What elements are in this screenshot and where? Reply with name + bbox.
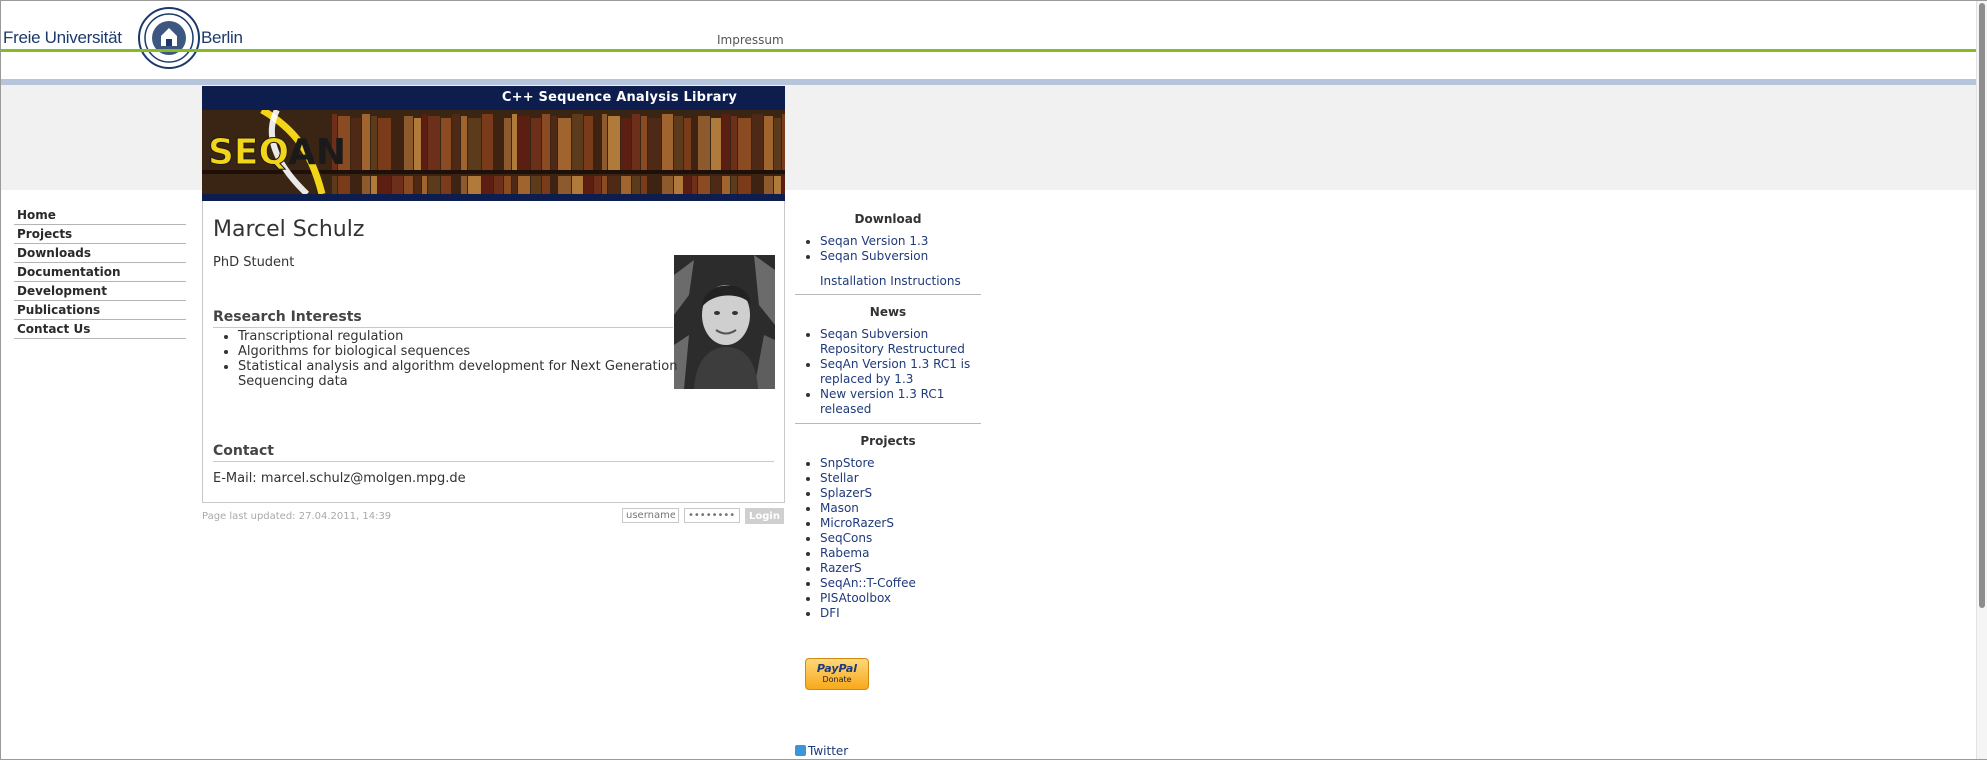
nav-item-home[interactable]: Home xyxy=(14,206,186,225)
list-item: SnpStore xyxy=(820,456,981,471)
project-link[interactable]: Mason xyxy=(820,501,859,515)
list-item: Transcriptional regulation xyxy=(238,329,678,344)
sidebar-divider xyxy=(795,294,981,295)
list-item: Algorithms for biological sequences xyxy=(238,344,678,359)
page-title: Marcel Schulz xyxy=(213,217,365,242)
nav-item-projects[interactable]: Projects xyxy=(14,225,186,244)
news-heading: News xyxy=(869,305,907,319)
nav-item-contact-us[interactable]: Contact Us xyxy=(14,320,186,339)
news-link[interactable]: New version 1.3 RC1 released xyxy=(820,387,944,416)
nav-item-documentation[interactable]: Documentation xyxy=(14,263,186,282)
list-item: RazerS xyxy=(820,561,981,576)
projects-heading: Projects xyxy=(860,434,916,448)
list-item: Statistical analysis and algorithm devel… xyxy=(238,359,678,389)
project-link[interactable]: SeqCons xyxy=(820,531,872,545)
list-item: MicroRazerS xyxy=(820,516,981,531)
sidebar-divider xyxy=(795,423,981,424)
university-name-left: Freie Universität xyxy=(3,28,122,47)
donate-label: Donate xyxy=(822,675,852,684)
project-link[interactable]: Rabema xyxy=(820,546,869,560)
paypal-logo-text: PayPal xyxy=(816,662,858,675)
nav-item-development[interactable]: Development xyxy=(14,282,186,301)
svg-text:AN: AN xyxy=(288,132,346,173)
header-divider-green xyxy=(1,49,1976,52)
research-interests-list: Transcriptional regulation Algorithms fo… xyxy=(213,329,678,389)
password-input[interactable] xyxy=(684,508,740,523)
list-item: SeqAn::T-Coffee xyxy=(820,576,981,591)
scrollbar-thumb[interactable] xyxy=(1979,3,1985,608)
seqan-logo-bookshelf-image: SEQ AN xyxy=(202,110,785,194)
installation-instructions-link[interactable]: Installation Instructions xyxy=(820,274,981,288)
list-item: Seqan Subversion xyxy=(820,249,981,264)
contact-email: E-Mail: marcel.schulz@molgen.mpg.de xyxy=(213,471,466,486)
research-interests-heading: Research Interests xyxy=(213,309,673,328)
twitter-label: Twitter xyxy=(808,744,849,758)
university-name-right: Berlin xyxy=(201,28,243,47)
project-link[interactable]: SeqAn::T-Coffee xyxy=(820,576,916,590)
project-link[interactable]: SnpStore xyxy=(820,456,875,470)
twitter-link[interactable]: Twitter xyxy=(795,744,848,758)
list-item: PISAtoolbox xyxy=(820,591,981,606)
nav-item-downloads[interactable]: Downloads xyxy=(14,244,186,263)
project-link[interactable]: PISAtoolbox xyxy=(820,591,891,605)
vertical-scrollbar[interactable] xyxy=(1976,1,1987,759)
nav-item-publications[interactable]: Publications xyxy=(14,301,186,320)
list-item: Stellar xyxy=(820,471,981,486)
list-item: Mason xyxy=(820,501,981,516)
list-item: SplazerS xyxy=(820,486,981,501)
news-link[interactable]: Seqan Subversion Repository Restructured xyxy=(820,327,965,356)
project-link[interactable]: Stellar xyxy=(820,471,859,485)
username-input[interactable] xyxy=(622,508,679,523)
list-item: Seqan Subversion Repository Restructured xyxy=(820,327,981,357)
download-heading: Download xyxy=(854,212,922,226)
seqan-banner[interactable]: C++ Sequence Analysis Library SEQ AN xyxy=(202,86,785,201)
university-seal-logo xyxy=(138,7,200,69)
project-link[interactable]: SplazerS xyxy=(820,486,872,500)
profile-photo xyxy=(674,255,775,389)
right-sidebar: Download Seqan Version 1.3 Seqan Subvers… xyxy=(795,206,981,758)
list-item: DFI xyxy=(820,606,981,621)
list-item: SeqCons xyxy=(820,531,981,546)
svg-text:SEQ: SEQ xyxy=(208,132,289,173)
list-item: SeqAn Version 1.3 RC1 is replaced by 1.3 xyxy=(820,357,981,387)
download-link-subversion[interactable]: Seqan Subversion xyxy=(820,249,928,263)
banner-title: C++ Sequence Analysis Library xyxy=(501,90,737,105)
list-item: New version 1.3 RC1 released xyxy=(820,387,981,417)
download-link-seqan-1-3[interactable]: Seqan Version 1.3 xyxy=(820,234,928,248)
list-item: Rabema xyxy=(820,546,981,561)
project-link[interactable]: RazerS xyxy=(820,561,862,575)
list-item: Seqan Version 1.3 xyxy=(820,234,981,249)
profile-content: Marcel Schulz PhD Student Research Inter… xyxy=(202,201,785,503)
last-updated-text: Page last updated: 27.04.2011, 14:39 xyxy=(202,511,392,522)
login-button[interactable]: Login xyxy=(745,508,784,524)
news-list: Seqan Subversion Repository Restructured… xyxy=(795,327,981,417)
news-link[interactable]: SeqAn Version 1.3 RC1 is replaced by 1.3 xyxy=(820,357,970,386)
project-link[interactable]: DFI xyxy=(820,606,840,620)
left-navigation: Home Projects Downloads Documentation De… xyxy=(14,206,186,339)
projects-list: SnpStore Stellar SplazerS Mason MicroRaz… xyxy=(795,456,981,621)
twitter-icon xyxy=(795,745,806,756)
project-link[interactable]: MicroRazerS xyxy=(820,516,894,530)
contact-heading: Contact xyxy=(213,443,774,462)
top-header: Freie Universität Berlin Impressum xyxy=(1,1,1976,86)
impressum-link[interactable]: Impressum xyxy=(717,33,784,47)
person-role: PhD Student xyxy=(213,255,295,270)
download-list: Seqan Version 1.3 Seqan Subversion xyxy=(795,234,981,264)
paypal-donate-button[interactable]: PayPal Donate xyxy=(805,658,869,690)
